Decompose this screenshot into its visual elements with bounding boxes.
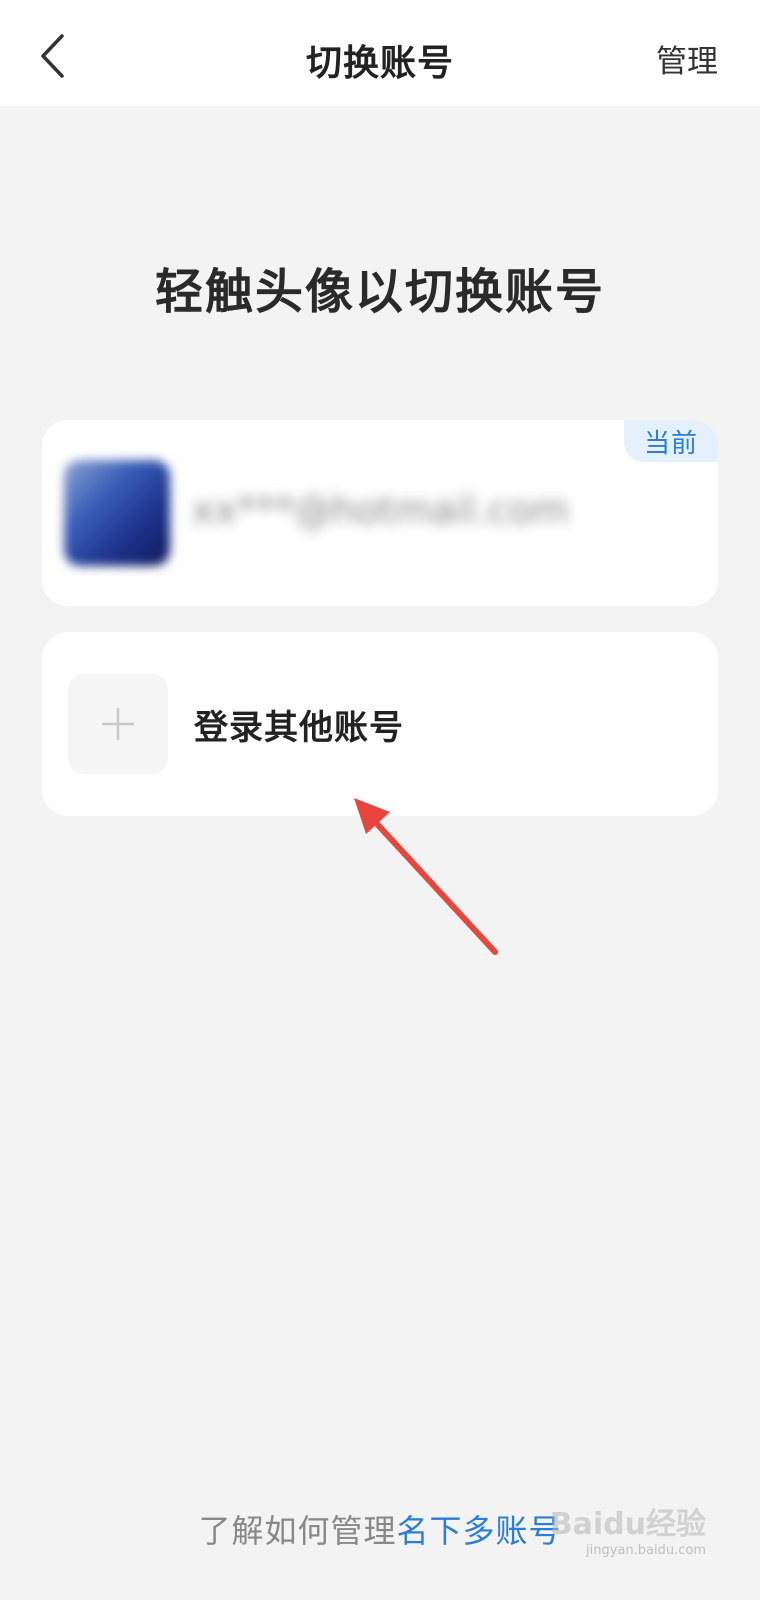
watermark-brand: Baidu经验 xyxy=(549,1507,706,1542)
plus-icon xyxy=(102,708,134,740)
top-bar: 切换账号 管理 xyxy=(0,0,760,106)
add-account-tile xyxy=(68,674,168,774)
baidu-jingyan-watermark: Baidu经验 jingyan.baidu.com xyxy=(549,1507,706,1558)
login-other-account-button[interactable]: 登录其他账号 xyxy=(42,632,718,816)
watermark-url: jingyan.baidu.com xyxy=(586,1543,706,1558)
login-other-account-label: 登录其他账号 xyxy=(194,708,404,748)
manage-button[interactable]: 管理 xyxy=(656,36,718,81)
switch-account-heading: 轻触头像以切换账号 xyxy=(154,264,605,320)
current-badge: 当前 xyxy=(624,420,718,462)
footer-help-prefix: 了解如何管理 xyxy=(198,1512,397,1550)
account-email: xx***@hotmail.com xyxy=(192,488,569,532)
current-account-card[interactable]: 当前 xx***@hotmail.com xyxy=(42,420,718,606)
annotation-arrow-icon xyxy=(354,798,498,955)
avatar[interactable] xyxy=(64,460,170,566)
page-title: 切换账号 xyxy=(305,43,454,84)
footer-help-link[interactable]: 名下多账号 xyxy=(397,1512,562,1550)
